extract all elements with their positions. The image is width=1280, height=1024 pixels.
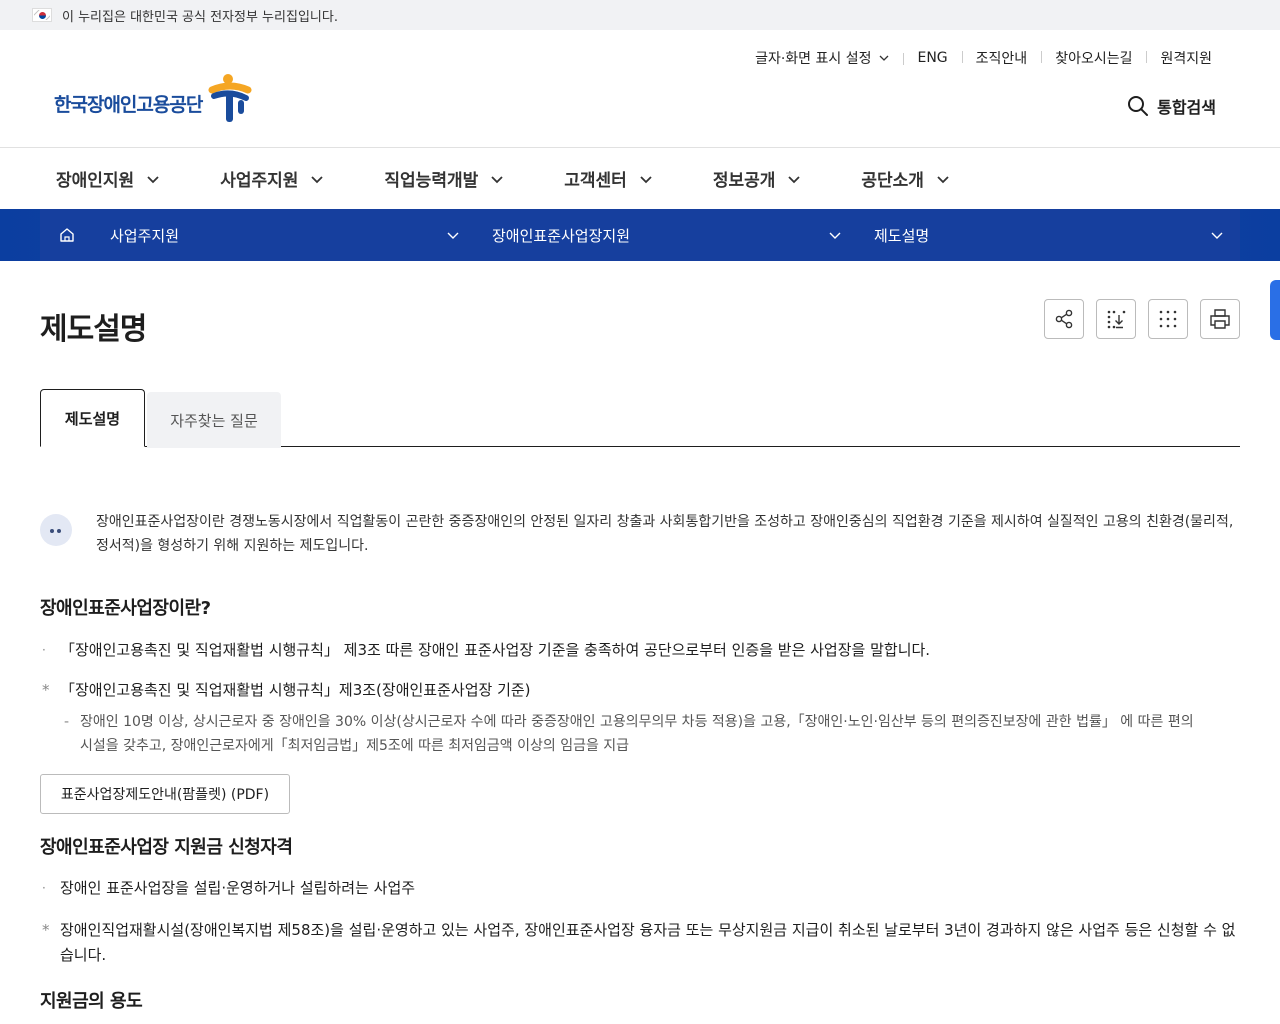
chevron-down-icon [788,175,801,183]
print-button[interactable] [1200,299,1240,339]
logo[interactable]: 한국장애인고용공단 [54,74,252,124]
breadcrumb-level3-select[interactable]: 제도설명 [858,209,1240,261]
chevron-down-icon [311,175,324,183]
chevron-down-icon [447,232,459,239]
directions-link[interactable]: 찾아오시는길 [1041,48,1146,68]
gnb-item-disabled-support[interactable]: 장애인지원 [56,166,160,191]
page-title: 제도설명 [40,312,147,347]
tab-system-description[interactable]: 제도설명 [40,389,145,447]
tab-faq[interactable]: 자주찾는 질문 [147,392,281,448]
korea-flag-icon [32,8,52,22]
logo-text: 한국장애인고용공단 [54,93,203,116]
print-icon [1210,309,1230,329]
main-nav: 장애인지원 사업주지원 직업능력개발 고객센터 정보공개 공단소개 [0,148,1280,209]
share-icon [1055,309,1073,329]
gnb-item-employer-support[interactable]: 사업주지원 [220,166,324,191]
intro-text: 장애인표준사업장이란 경쟁노동시장에서 직업활동이 곤란한 중증장애인의 안정된… [96,514,1234,554]
breadcrumb: 사업주지원 장애인표준사업장지원 제도설명 [40,209,1240,261]
breadcrumb-level2-select[interactable]: 장애인표준사업장지원 [476,209,858,261]
list-item: · 「장애인고용촉진 및 직업재활법 시행규칙」 제3조 따른 장애인 표준사업… [42,641,931,659]
utility-menu: 글자·화면 표시 설정 ENG 조직안내 찾아오시는길 원격지원 [741,48,1226,68]
gov-banner: 이 누리집은 대한민국 공식 전자정부 누리집입니다. [0,0,1280,30]
qr-code-button[interactable] [1148,299,1188,339]
content-tabs: 제도설명 자주찾는 질문 [40,389,1240,448]
pamphlet-pdf-button[interactable]: 표준사업장제도안내(팜플렛) (PDF) [40,774,290,814]
chevron-down-icon [937,175,949,183]
search-button[interactable]: 통합검색 [1127,94,1216,118]
chevron-down-icon [829,232,841,239]
note-item: * 장애인직업재활시설(장애인복지법 제58조)을 설립·운영하고 있는 사업주… [42,921,1236,964]
eng-link[interactable]: ENG [903,50,961,66]
logo-mark-icon [208,74,252,122]
section-heading-usage: 지원금의 용도 [40,991,143,1012]
search-icon [1128,96,1149,116]
home-icon [60,228,74,242]
header: 글자·화면 표시 설정 ENG 조직안내 찾아오시는길 원격지원 한국장애인고용… [0,30,1280,148]
sub-list-item: - 장애인 10명 이상, 상시근로자 중 장애인을 30% 이상(상시근로자 … [64,714,1194,754]
download-button[interactable] [1096,299,1136,339]
download-icon [1107,310,1126,329]
gov-banner-text: 이 누리집은 대한민국 공식 전자정부 누리집입니다. [62,9,338,25]
chevron-down-icon [640,175,652,183]
home-button[interactable] [40,227,94,243]
intro-box: 장애인표준사업장이란 경쟁노동시장에서 직업활동이 곤란한 중증장애인의 안정된… [40,510,1240,558]
qr-dots-icon [1159,310,1177,328]
chevron-down-icon [880,55,889,61]
speech-bubble-icon [40,514,72,546]
share-button[interactable] [1044,299,1084,339]
breadcrumb-bar: 사업주지원 장애인표준사업장지원 제도설명 [0,209,1280,261]
note-item: * 「장애인고용촉진 및 직업재활법 시행규칙」제3조(장애인표준사업장 기준) [42,681,531,699]
chevron-down-icon [147,175,159,183]
chevron-down-icon [491,175,503,183]
display-settings-button[interactable]: 글자·화면 표시 설정 [741,48,903,68]
section-heading-what-is: 장애인표준사업장이란? [40,598,211,619]
remote-support-link[interactable]: 원격지원 [1146,48,1226,68]
side-quick-menu-tab[interactable] [1270,280,1280,340]
breadcrumb-level1-select[interactable]: 사업주지원 [94,209,476,261]
section-heading-eligibility: 장애인표준사업장 지원금 신청자격 [40,837,293,858]
gnb-item-vocational-training[interactable]: 직업능력개발 [384,166,504,191]
gnb-item-customer-center[interactable]: 고객센터 [564,166,653,191]
org-link[interactable]: 조직안내 [961,48,1042,68]
chevron-down-icon [1211,232,1223,239]
gnb-item-about[interactable]: 공단소개 [861,166,950,191]
list-item: · 장애인 표준사업장을 설립·운영하거나 설립하려는 사업주 [42,879,416,897]
page-tools [1032,299,1240,339]
gnb-item-information-disclosure[interactable]: 정보공개 [713,166,802,191]
